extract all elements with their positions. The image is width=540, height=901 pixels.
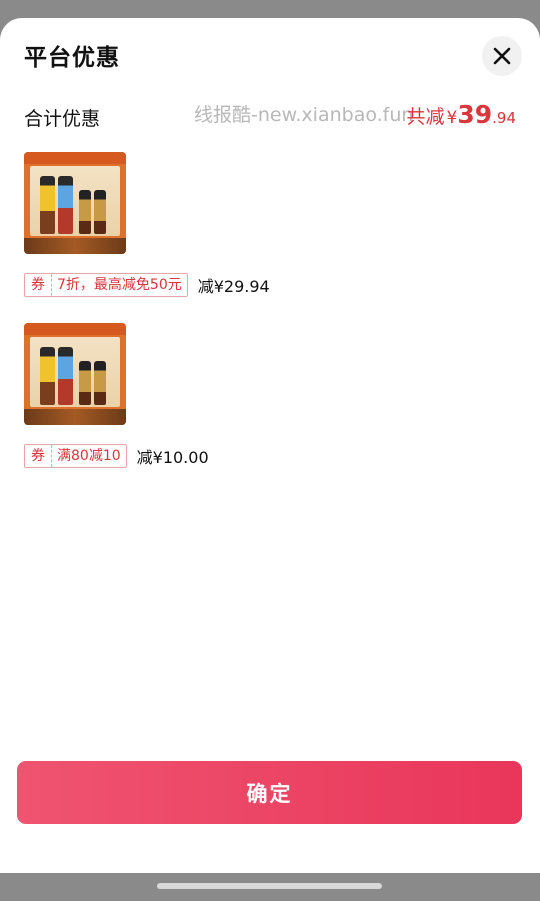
total-discount: 共减 ¥ 39 .94 [407, 100, 517, 129]
sheet-title: 平台优惠 [24, 45, 120, 71]
coupon-badge: 券 7折，最高减免50元 [24, 273, 188, 297]
confirm-button[interactable]: 确定 [17, 761, 522, 824]
coupon-tag: 券 [25, 274, 52, 296]
product-thumbnail[interactable] [24, 152, 126, 254]
watermark-text: 线报酷-new.xianbao.fun [194, 104, 414, 126]
total-currency: ¥ [446, 108, 458, 128]
reduction-amount: 减¥10.00 [136, 448, 209, 467]
close-icon [493, 47, 511, 65]
coupon-badge: 券 满80减10 [24, 444, 127, 468]
total-label: 共减 [406, 106, 445, 128]
home-indicator[interactable] [157, 883, 382, 889]
coupon-text: 7折，最高减免50元 [57, 277, 182, 293]
coupon-text: 满80减10 [57, 448, 121, 464]
total-amount-decimal: .94 [492, 109, 516, 127]
discount-item: 券 满80减10 减¥10.00 [24, 323, 209, 468]
summary-label: 合计优惠 [24, 108, 101, 130]
total-amount-integer: 39 [457, 100, 493, 129]
discount-sheet: 平台优惠 合计优惠 线报酷-new.xianbao.fun 共减 ¥ 39 .9… [0, 18, 540, 873]
product-thumbnail[interactable] [24, 323, 126, 425]
discount-item: 券 7折，最高减免50元 减¥29.94 [24, 152, 270, 297]
reduction-amount: 减¥29.94 [197, 277, 270, 296]
coupon-tag: 券 [25, 445, 52, 467]
close-button[interactable] [482, 36, 522, 76]
